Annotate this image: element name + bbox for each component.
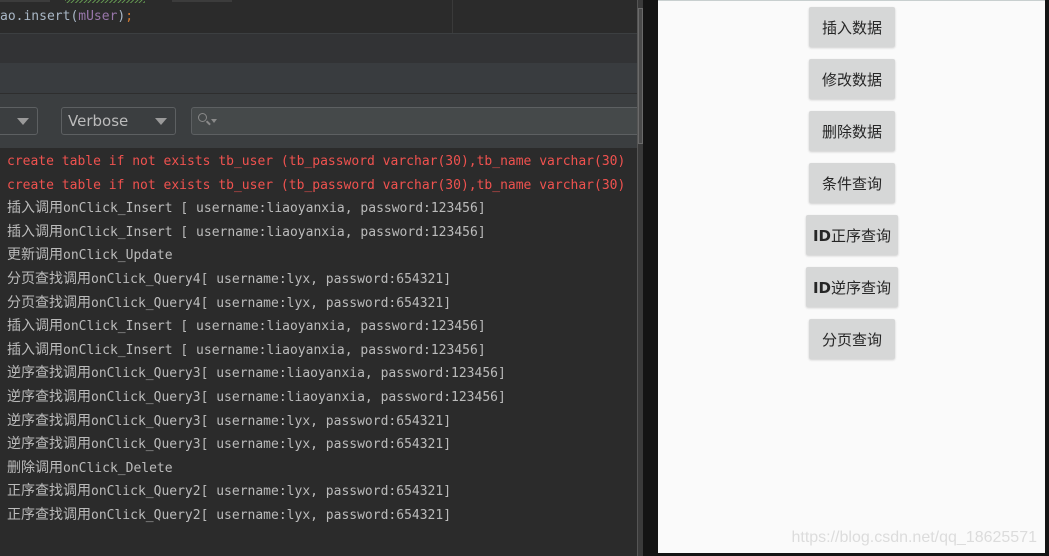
update-button[interactable]: 修改数据 (809, 59, 895, 99)
log-line-tag: 插入调用 (7, 318, 63, 335)
previous-line-fragment (172, 0, 232, 2)
button-label: 正序查询 (831, 226, 892, 245)
android-studio-logcat-panel: ao.insert(mUser); Verbose create table i… (0, 0, 641, 556)
log-line: 插入调用onClick_Insert [ username:liaoyanxia… (7, 220, 486, 244)
search-history-caret-icon[interactable] (211, 119, 217, 123)
log-line-message: onClick_Update (63, 248, 173, 264)
log-line-message: onClick_Query4[ username:lyx, password:6… (91, 295, 452, 311)
code-semicolon: ; (125, 9, 134, 24)
delete-button[interactable]: 删除数据 (809, 111, 895, 151)
log-line-message: onClick_Insert [ username:liaoyanxia, pa… (63, 319, 486, 335)
code-method: insert( (23, 9, 79, 24)
log-line-tag: 插入调用 (7, 341, 63, 358)
button-label: 逆序查询 (831, 278, 892, 297)
log-line-tag: 删除调用 (7, 459, 63, 476)
log-line-tag: 更新调用 (7, 247, 63, 264)
log-line: create table if not exists tb_user (tb_p… (7, 149, 625, 173)
log-line: 正序查找调用onClick_Query2[ username:lyx, pass… (7, 479, 451, 503)
window-divider (643, 0, 658, 556)
button-prefix: ID (812, 278, 832, 297)
log-line-message: onClick_Query3[ username:lyx, password:6… (91, 413, 452, 429)
log-line-tag: 分页查找调用 (7, 271, 91, 287)
log-level-dropdown[interactable]: Verbose (61, 107, 176, 135)
log-line: 插入调用onClick_Insert [ username:liaoyanxia… (7, 314, 486, 338)
log-line-message: onClick_Query3[ username:lyx, password:6… (91, 437, 452, 453)
search-icon[interactable] (198, 113, 211, 126)
logcat-filter-row: Verbose (0, 94, 641, 148)
query-condition-button[interactable]: 条件查询 (809, 163, 895, 203)
code-line: ao.insert(mUser); (0, 9, 133, 24)
log-line-message: onClick_Insert [ username:liaoyanxia, pa… (63, 224, 486, 240)
previous-line-fragment (0, 0, 50, 2)
insert-button[interactable]: 插入数据 (809, 7, 895, 47)
warning-squiggle (65, 0, 145, 3)
logcat-output[interactable]: create table if not exists tb_user (tb_p… (0, 149, 637, 556)
log-line: 插入调用onClick_Insert [ username:liaoyanxia… (7, 338, 486, 362)
right-margin-guide (452, 0, 453, 33)
button-label: 修改数据 (821, 70, 882, 89)
log-line-tag: 逆序查找调用 (7, 436, 91, 453)
query-id-asc-button[interactable]: ID正序查询 (806, 215, 898, 255)
logcat-search-input[interactable] (220, 110, 624, 134)
button-label: 条件查询 (821, 174, 882, 193)
button-label: 分页查询 (821, 330, 882, 349)
watermark: https://blog.csdn.net/qq_18625571 (791, 529, 1037, 546)
log-line: create table if not exists tb_user (tb_p… (7, 173, 625, 197)
log-level-value: Verbose (68, 112, 129, 130)
button-label: 删除数据 (821, 122, 882, 141)
log-line: 逆序查找调用onClick_Query3[ username:lyx, pass… (7, 432, 451, 456)
code-receiver: ao. (0, 9, 24, 24)
log-line-tag: 逆序查找调用 (7, 412, 91, 429)
log-line-message: onClick_Query4[ username:lyx, password:6… (91, 272, 452, 287)
log-line-message: onClick_Insert [ username:liaoyanxia, pa… (63, 342, 486, 358)
logcat-search[interactable] (191, 107, 641, 135)
log-line: 更新调用onClick_Update (7, 243, 173, 267)
log-line: 插入调用onClick_Insert [ username:liaoyanxia… (7, 196, 486, 220)
log-line: 逆序查找调用onClick_Query3[ username:lyx, pass… (7, 409, 451, 433)
chevron-down-icon (155, 118, 167, 125)
log-line-message: onClick_Query2[ username:lyx, password:6… (91, 484, 452, 500)
device-dropdown[interactable] (0, 107, 38, 135)
chevron-down-icon (17, 118, 29, 125)
log-line: 删除调用onClick_Delete (7, 456, 173, 480)
log-line-message: create table if not exists tb_user (tb_p… (7, 154, 626, 169)
log-line: 分页查找调用onClick_Query4[ username:lyx, pass… (7, 291, 451, 315)
log-line-message: onClick_Query3[ username:liaoyanxia, pas… (91, 366, 506, 382)
log-line-message: onClick_Query3[ username:liaoyanxia, pas… (91, 390, 506, 405)
query-paged-button[interactable]: 分页查询 (809, 319, 895, 359)
log-line-tag: 正序查找调用 (7, 507, 91, 523)
logcat-toolbar (0, 63, 637, 94)
log-line-tag: 逆序查找调用 (7, 389, 91, 405)
log-line-message: onClick_Delete (63, 460, 173, 476)
button-label: 插入数据 (821, 18, 882, 37)
log-line-tag: 分页查找调用 (7, 294, 91, 311)
log-line-message: onClick_Query2[ username:lyx, password:6… (91, 508, 452, 523)
log-line: 正序查找调用onClick_Query2[ username:lyx, pass… (7, 503, 451, 527)
log-line-message: onClick_Insert [ username:liaoyanxia, pa… (63, 201, 486, 217)
query-id-desc-button[interactable]: ID逆序查询 (806, 267, 898, 307)
android-emulator-screen: 插入数据 修改数据 删除数据 条件查询 ID正序查询 ID逆序查询 分页查询 https:/… (658, 0, 1045, 553)
log-line: 逆序查找调用onClick_Query3[ username:liaoyanxi… (7, 361, 506, 385)
log-line-tag: 插入调用 (7, 223, 63, 240)
code-argument: mUser (78, 9, 118, 24)
log-line: 分页查找调用onClick_Query4[ username:lyx, pass… (7, 267, 451, 291)
code-editor[interactable]: ao.insert(mUser); (0, 0, 637, 34)
log-line: 逆序查找调用onClick_Query3[ username:liaoyanxi… (7, 385, 506, 409)
log-line-tag: 正序查找调用 (7, 483, 91, 500)
button-prefix: ID (812, 226, 832, 245)
log-line-message: create table if not exists tb_user (tb_p… (7, 177, 626, 193)
log-line-tag: 插入调用 (7, 200, 63, 217)
panel-title-bar (0, 34, 637, 63)
log-line-tag: 逆序查找调用 (7, 365, 91, 382)
